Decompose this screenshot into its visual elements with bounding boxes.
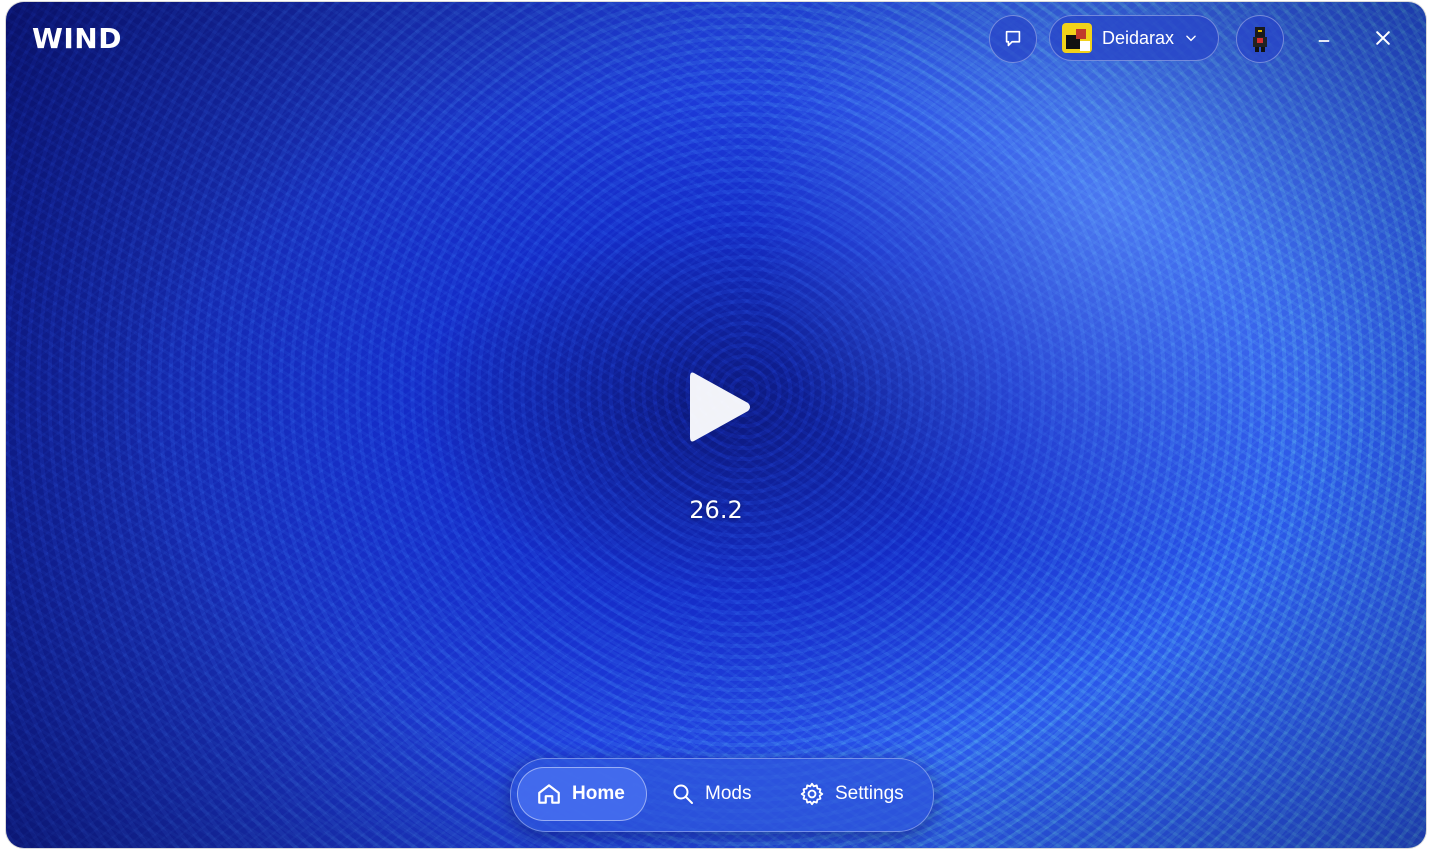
nav-item-home[interactable]: Home (517, 767, 647, 821)
play-button[interactable] (674, 357, 764, 457)
feedback-button[interactable] (989, 15, 1037, 63)
minimize-button[interactable] (1301, 15, 1347, 61)
account-selector[interactable]: Deidarax (1049, 15, 1219, 61)
bottom-navigation: Home Mods Settings (510, 758, 934, 832)
game-version-label: 26.2 (689, 496, 743, 524)
launcher-window: WIND Deidarax 26.2 Home Mods Settings (6, 2, 1426, 848)
chevron-down-icon (1184, 31, 1198, 45)
close-button[interactable] (1360, 15, 1406, 61)
close-icon (1373, 28, 1393, 48)
account-name: Deidarax (1102, 27, 1175, 48)
player-avatar-button[interactable] (1236, 15, 1284, 63)
nav-item-label: Home (572, 783, 625, 804)
nav-item-mods[interactable]: Mods (653, 767, 773, 821)
minimize-icon (1315, 29, 1333, 47)
account-avatar-icon (1062, 23, 1092, 53)
gear-icon (799, 781, 825, 807)
nav-item-settings[interactable]: Settings (781, 767, 931, 821)
nav-item-label: Mods (705, 783, 752, 804)
app-logo: WIND (32, 22, 122, 55)
home-icon (536, 781, 562, 807)
search-icon (671, 782, 695, 806)
chat-bubble-icon (1002, 28, 1024, 50)
play-icon (682, 365, 756, 449)
player-avatar-icon (1249, 25, 1271, 53)
nav-item-label: Settings (835, 783, 904, 804)
